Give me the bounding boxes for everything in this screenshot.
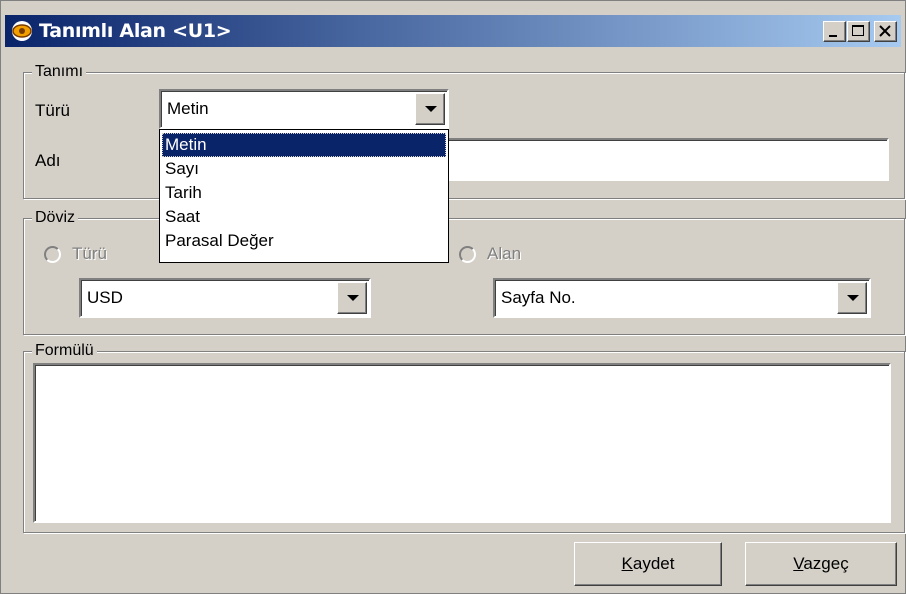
list-item[interactable]: Parasal Değer	[162, 229, 446, 253]
window-title: Tanımlı Alan <U1>	[39, 20, 232, 42]
doviz-alan-label: Alan	[487, 244, 522, 263]
doviz-alan-radio[interactable]	[459, 246, 476, 263]
chevron-down-icon	[347, 295, 359, 301]
doviz-turu-label: Türü	[72, 244, 107, 263]
field-combobox[interactable]: Sayfa No.	[493, 278, 871, 318]
cancel-button[interactable]: Vazgeç	[745, 542, 897, 586]
list-item[interactable]: Sayı	[162, 157, 446, 181]
save-button[interactable]: Kaydet	[574, 542, 722, 586]
close-icon	[879, 25, 891, 37]
list-item[interactable]: Saat	[162, 205, 446, 229]
currency-dropdown-button[interactable]	[337, 282, 367, 314]
save-label: aydet	[632, 554, 675, 573]
formula-textarea[interactable]	[33, 363, 891, 523]
currency-combobox[interactable]: USD	[79, 278, 371, 318]
tanimi-legend: Tanımı	[32, 63, 87, 81]
cancel-label: azgeç	[803, 554, 849, 573]
close-button[interactable]	[874, 21, 897, 42]
maximize-icon	[852, 25, 864, 36]
turu-dropdown-list[interactable]: Metin Sayı Tarih Saat Parasal Değer	[159, 129, 449, 263]
minimize-button[interactable]	[823, 21, 846, 42]
minimize-icon	[829, 35, 837, 37]
cancel-accel: V	[793, 554, 804, 573]
title-bar[interactable]: Tanımlı Alan <U1>	[5, 15, 901, 47]
save-accel: K	[621, 554, 633, 573]
app-eye-icon	[12, 21, 32, 41]
turu-value: Metin	[167, 99, 209, 118]
turu-combobox[interactable]: Metin	[159, 89, 449, 129]
currency-value: USD	[87, 288, 123, 307]
field-value: Sayfa No.	[501, 288, 576, 307]
dialog-window: Tanımlı Alan <U1> Tanımı Türü Metin Adı …	[0, 0, 906, 594]
formulu-legend: Formülü	[32, 342, 97, 360]
list-item[interactable]: Metin	[162, 133, 446, 157]
doviz-turu-radio[interactable]	[44, 246, 61, 263]
adi-label: Adı	[35, 151, 61, 170]
doviz-legend: Döviz	[32, 209, 79, 227]
maximize-button[interactable]	[847, 21, 870, 42]
list-item[interactable]: Tarih	[162, 181, 446, 205]
field-dropdown-button[interactable]	[837, 282, 867, 314]
chevron-down-icon	[425, 106, 437, 112]
turu-label: Türü	[35, 101, 70, 120]
chevron-down-icon	[847, 295, 859, 301]
turu-dropdown-button[interactable]	[415, 93, 445, 125]
